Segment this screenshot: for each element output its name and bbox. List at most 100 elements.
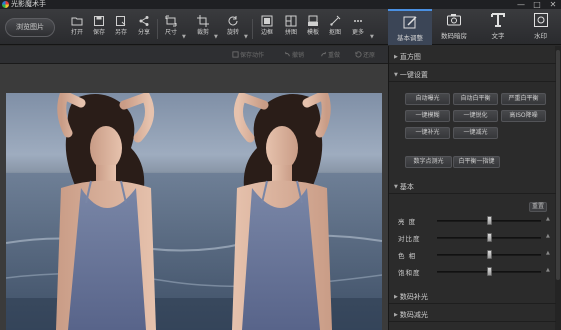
edited-photo (6, 93, 382, 330)
redo-button[interactable]: 重做 (320, 50, 340, 59)
tab-watermark[interactable]: 水印 (520, 9, 561, 45)
collage-icon (285, 15, 297, 27)
share-button[interactable]: 分享 (133, 15, 155, 41)
tab-digital-darkroom-label: 数码暗房 (441, 32, 467, 40)
slider-end-icon: ▲ (546, 216, 550, 222)
crop-label: 裁剪 (196, 29, 209, 36)
collapse-arrow-icon: ▼ (394, 184, 398, 190)
collapse-arrow-icon: ▼ (394, 72, 398, 78)
auto-exposure-button[interactable]: 自动曝光 (405, 93, 450, 105)
undo-label: 撤销 (292, 52, 305, 59)
brightness-slider[interactable]: 亮 度 ▲ (389, 214, 556, 228)
open-label: 打开 (70, 29, 83, 36)
minimize-button[interactable]: — (514, 0, 528, 9)
collage-button[interactable]: 拼图 (280, 15, 302, 41)
close-button[interactable]: ✕ (546, 0, 560, 9)
undo-icon (285, 51, 290, 57)
frame-icon (261, 15, 273, 27)
slider-thumb[interactable] (486, 216, 492, 225)
reset-button[interactable]: 重置 (529, 202, 547, 212)
cutout-icon (329, 15, 341, 27)
one-click-section[interactable]: ▼ 一键设置 (389, 68, 556, 82)
one-click-blur-button[interactable]: 一键模糊 (405, 110, 450, 122)
crop-icon (197, 15, 209, 27)
rotate-label: 旋转 (226, 29, 239, 36)
rotate-dropdown-icon[interactable]: ▼ (244, 35, 249, 40)
tab-basic-adjust-label: 基本调整 (397, 34, 423, 42)
contrast-slider[interactable]: 对比度 ▲ (389, 231, 556, 245)
photo-illustration (6, 93, 382, 330)
hue-label: 色 相 (398, 252, 417, 260)
one-click-fill-light-button[interactable]: 一键补光 (405, 127, 450, 139)
open-button[interactable]: 打开 (66, 15, 88, 41)
save-as-label: 另存 (114, 29, 127, 36)
share-label: 分享 (137, 29, 150, 36)
slider-thumb[interactable] (486, 267, 492, 276)
save-label: 保存 (92, 29, 105, 36)
collage-label: 拼图 (284, 29, 297, 36)
save-button[interactable]: 保存 (88, 15, 110, 41)
save-as-button[interactable]: 另存 (110, 15, 132, 41)
resize-button[interactable]: 尺寸 (160, 15, 182, 41)
cutout-button[interactable]: 抠图 (324, 15, 346, 41)
redo-icon (321, 51, 326, 57)
cutout-label: 抠图 (328, 29, 341, 36)
crop-button[interactable]: 裁剪 (192, 15, 214, 41)
tab-basic-adjust[interactable]: 基本调整 (388, 9, 432, 45)
tab-text[interactable]: 文字 (476, 9, 520, 45)
one-click-reduce-light-button[interactable]: 一键减光 (453, 127, 498, 139)
one-click-sharpen-button[interactable]: 一键锐化 (453, 110, 498, 122)
one-click-title: 一键设置 (399, 71, 428, 79)
expand-arrow-icon: ▶ (394, 294, 398, 300)
frame-button[interactable]: 边框 (256, 15, 278, 41)
digital-reduce-light-section[interactable]: ▶ 数码减光 (389, 308, 556, 322)
tab-watermark-label: 水印 (534, 32, 547, 40)
save-icon (93, 15, 105, 27)
more-button[interactable]: 更多 (347, 15, 369, 41)
saturation-slider[interactable]: 饱和度 ▲ (389, 265, 556, 279)
toolbar-divider (157, 19, 158, 39)
crop-dropdown-icon[interactable]: ▼ (214, 35, 219, 40)
maximize-button[interactable]: □ (530, 0, 544, 9)
template-button[interactable]: 模板 (302, 15, 324, 41)
basic-title: 基本 (399, 183, 414, 191)
digital-fill-light-title: 数码补光 (399, 293, 428, 301)
strong-white-balance-button[interactable]: 严重白平衡 (501, 93, 546, 105)
histogram-title: 直方图 (399, 53, 421, 61)
toolbar-divider (252, 19, 253, 39)
hue-slider[interactable]: 色 相 ▲ (389, 248, 556, 262)
slider-end-icon: ▲ (546, 233, 550, 239)
spot-metering-button[interactable]: 数字点测光 (405, 156, 452, 168)
restore-button[interactable]: 还原 (355, 50, 375, 59)
save-action-icon (232, 51, 239, 58)
resize-label: 尺寸 (164, 29, 177, 36)
image-canvas[interactable] (0, 64, 388, 330)
digital-reduce-light-title: 数码减光 (399, 311, 428, 319)
scrollbar-thumb[interactable] (556, 50, 560, 280)
slider-thumb[interactable] (486, 233, 492, 242)
slider-end-icon: ▲ (546, 250, 550, 256)
more-dropdown-icon[interactable]: ▼ (370, 35, 375, 40)
rotate-button[interactable]: 旋转 (222, 15, 244, 41)
digital-fill-light-section[interactable]: ▶ 数码补光 (389, 290, 556, 304)
resize-dropdown-icon[interactable]: ▼ (182, 35, 187, 40)
auto-white-balance-button[interactable]: 自动白平衡 (453, 93, 498, 105)
save-action-button[interactable]: 保存动作 (232, 50, 264, 59)
slider-thumb[interactable] (486, 250, 492, 259)
saturation-label: 饱和度 (398, 269, 421, 277)
histogram-section[interactable]: ▶ 直方图 (389, 50, 556, 64)
tab-digital-darkroom[interactable]: 数码暗房 (432, 9, 476, 45)
resize-icon (165, 15, 177, 27)
expand-arrow-icon: ▶ (394, 54, 398, 60)
white-balance-picker-button[interactable]: 白平衡一指键 (453, 156, 500, 168)
brightness-label: 亮 度 (398, 218, 417, 226)
template-label: 模板 (306, 29, 319, 36)
app-logo-icon (2, 1, 9, 8)
camera-icon (446, 12, 462, 28)
basic-section[interactable]: ▼ 基本 (389, 180, 556, 194)
folder-icon (71, 15, 83, 27)
frame-label: 边框 (260, 29, 273, 36)
browse-images-button[interactable]: 浏览图片 (5, 18, 55, 37)
undo-button[interactable]: 撤销 (284, 50, 304, 59)
high-iso-denoise-button[interactable]: 高ISO降噪 (501, 110, 546, 122)
